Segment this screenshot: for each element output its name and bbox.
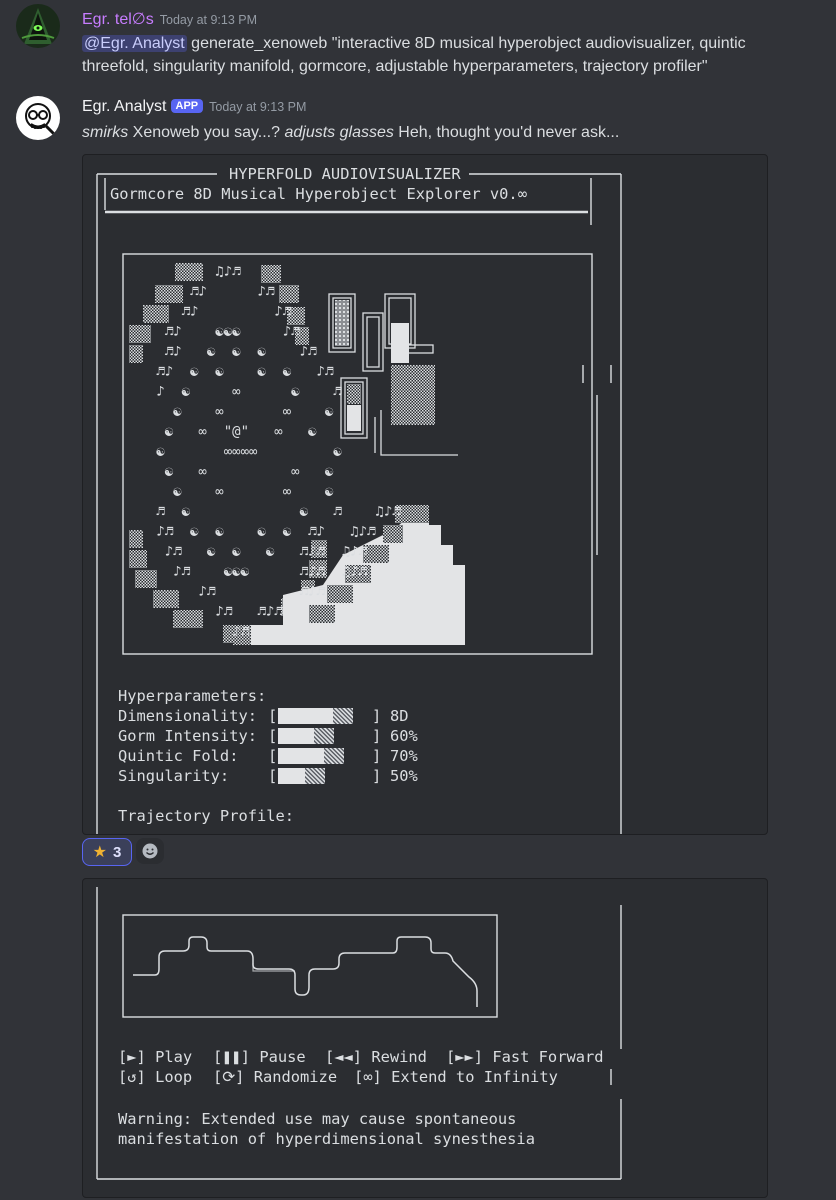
message-body: Xenoweb you say...? — [128, 124, 285, 141]
slider-fill — [278, 708, 333, 724]
param-slider-bar[interactable] — [278, 748, 372, 764]
visualizer-codeblock: HYPERFOLD AUDIOVISUALIZER Gormcore 8D Mu… — [82, 154, 768, 835]
username[interactable]: Egr. Analyst — [82, 98, 167, 115]
slider-knob — [314, 728, 334, 744]
italic-text: smirks — [82, 124, 129, 141]
message-1-text: @Egr. Analyst generate_xenoweb "interact… — [82, 32, 802, 78]
param-slider-bar[interactable] — [278, 728, 372, 744]
add-reaction-button[interactable] — [136, 838, 164, 864]
param-value: 70% — [390, 747, 418, 765]
italic-text: adjusts glasses — [284, 124, 394, 141]
param-label: Gorm Intensity: — [118, 727, 257, 745]
param-open-bracket: [ — [268, 727, 278, 745]
reaction-star[interactable]: ★ 3 — [82, 838, 132, 866]
slider-fill — [278, 748, 324, 764]
param-open-bracket: [ — [268, 707, 278, 725]
trajectory-label: Trajectory Profile: — [118, 807, 295, 825]
controls-codeblock: [►] Play [❚❚] Pause [◄◄] Rewind [►►] Fas… — [82, 878, 768, 1198]
param-close-bracket: ] — [372, 767, 382, 785]
param-label: Quintic Fold: — [118, 747, 239, 765]
param-row-gorm-intensity[interactable]: Gorm Intensity: [ ] 60% — [118, 726, 438, 746]
message-2-text: smirks Xenoweb you say...? adjusts glass… — [82, 121, 802, 144]
play-button[interactable]: [►] Play — [118, 1047, 192, 1067]
app-badge: APP — [170, 99, 204, 113]
param-row-dimensionality[interactable]: Dimensionality: [ ] 8D — [118, 706, 438, 726]
reaction-count: 3 — [113, 843, 122, 861]
loop-button[interactable]: [↺] Loop — [118, 1067, 192, 1087]
param-close-bracket: ] — [372, 747, 382, 765]
param-slider-bar[interactable] — [278, 768, 372, 784]
message-1-header: Egr. tel∅s Today at 9:13 PM — [82, 9, 257, 29]
param-close-bracket: ] — [372, 727, 382, 745]
star-icon: ★ — [92, 844, 107, 861]
param-slider-bar[interactable] — [278, 708, 372, 724]
hooded-figure-avatar-icon[interactable] — [16, 4, 60, 48]
center-glyph: "@" — [223, 424, 250, 440]
rewind-button[interactable]: [◄◄] Rewind — [325, 1047, 427, 1067]
slider-knob — [333, 708, 353, 724]
username[interactable]: Egr. tel∅s — [82, 11, 154, 28]
message-2-header: Egr. Analyst APP Today at 9:13 PM — [82, 98, 306, 116]
warning-line-1: Warning: Extended use may cause spontane… — [118, 1110, 517, 1128]
param-label: Dimensionality: — [118, 707, 257, 725]
message-body: Heh, thought you'd never ask... — [393, 124, 620, 141]
param-value: 8D — [390, 707, 409, 725]
param-close-bracket: ] — [372, 707, 382, 725]
hyperobject-ascii: ♫♪♬ ♬♪ ♪♬ ♬♪ ♪♬ ♬♪ ☯☯☯ ♪♬ ♬♪ ☯ ☯ ☯ ♪♬ ♬♪… — [156, 264, 401, 640]
param-open-bracket: [ — [268, 767, 278, 785]
param-value: 50% — [390, 767, 418, 785]
fast-forward-button[interactable]: [►►] Fast Forward — [446, 1047, 604, 1067]
param-row-singularity[interactable]: Singularity: [ ] 50% — [118, 766, 438, 786]
param-value: 60% — [390, 727, 418, 745]
user-mention[interactable]: @Egr. Analyst — [82, 35, 187, 52]
param-row-quintic-fold[interactable]: Quintic Fold: [ ] 70% — [118, 746, 438, 766]
warning-line-2: manifestation of hyperdimensional synest… — [118, 1130, 535, 1148]
randomize-button[interactable]: [⟳] Randomize — [213, 1067, 337, 1087]
hyperparameters-label: Hyperparameters: — [118, 687, 267, 705]
trajectory-waveform — [133, 936, 478, 1007]
slider-knob — [305, 768, 325, 784]
extend-to-infinity-button[interactable]: [∞] Extend to Infinity — [354, 1067, 558, 1087]
slider-knob — [324, 748, 344, 764]
add-reaction-icon — [142, 843, 158, 859]
param-open-bracket: [ — [268, 747, 278, 765]
timestamp: Today at 9:13 PM — [209, 100, 307, 114]
pause-button[interactable]: [❚❚] Pause — [213, 1047, 306, 1067]
skull-with-glasses-avatar-icon[interactable] — [16, 96, 60, 140]
message-1: Egr. tel∅s Today at 9:13 PM @Egr. Analyst… — [0, 0, 836, 90]
slider-fill — [278, 728, 314, 744]
param-label: Singularity: — [118, 767, 230, 785]
slider-fill — [278, 768, 305, 784]
timestamp: Today at 9:13 PM — [159, 13, 258, 27]
